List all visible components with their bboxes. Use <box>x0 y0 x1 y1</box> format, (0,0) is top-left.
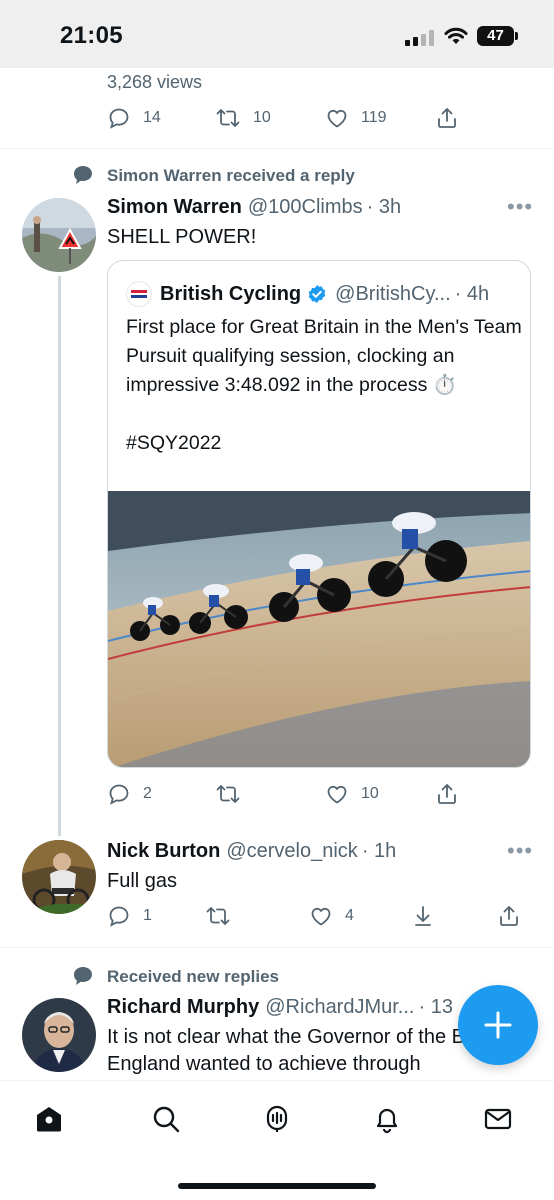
tweet-time: · 3h <box>366 196 402 218</box>
reply-icon <box>109 108 129 129</box>
like-button[interactable]: 10 <box>325 780 379 808</box>
bottom-tab-bar <box>0 1080 554 1200</box>
cellular-signal-icon <box>405 30 435 46</box>
quoted-tweet-header: British Cycling @BritishCy... · 4h <box>126 281 489 307</box>
reply-bubble-icon <box>74 967 92 985</box>
tab-notifications[interactable] <box>367 1099 407 1139</box>
retweet-button[interactable] <box>215 780 253 808</box>
bookmark-button[interactable] <box>411 902 435 930</box>
author-name[interactable]: Simon Warren <box>107 196 242 218</box>
share-icon <box>438 784 456 804</box>
author-handle[interactable]: @RichardJMur... <box>265 996 414 1018</box>
reply-count: 1 <box>143 907 152 924</box>
author-name[interactable]: Nick Burton <box>107 840 220 862</box>
tweet-header: Simon Warren @100Climbs · 3h <box>107 196 401 219</box>
reply-icon <box>109 784 129 805</box>
divider <box>0 148 554 149</box>
share-icon <box>438 108 456 128</box>
divider <box>0 947 554 948</box>
social-context: Simon Warren received a reply <box>107 166 355 185</box>
avatar-richard-murphy[interactable] <box>22 998 96 1072</box>
quoted-author-name[interactable]: British Cycling <box>160 283 301 306</box>
tweet-time: · 1h <box>361 840 397 862</box>
notifications-icon <box>376 1108 398 1134</box>
share-icon <box>500 906 518 926</box>
british-cycling-logo <box>126 281 152 307</box>
reply-count: 2 <box>143 785 152 802</box>
author-name[interactable]: Richard Murphy <box>107 996 259 1018</box>
home-indicator <box>178 1183 376 1189</box>
compose-tweet-button[interactable] <box>458 985 538 1065</box>
verified-badge-icon <box>308 285 326 303</box>
timeline[interactable]: 3,268 views 14 10 119 Simon Warren recei… <box>0 68 554 1080</box>
battery-cap <box>515 32 518 40</box>
tweet-header: Richard Murphy @RichardJMur... · 13 <box>107 996 453 1019</box>
like-count: 10 <box>361 785 379 802</box>
tab-home[interactable] <box>29 1099 69 1139</box>
tweet-views: 3,268 views <box>107 72 203 92</box>
reply-bubble-icon <box>74 166 92 184</box>
download-icon <box>415 906 431 926</box>
heart-icon <box>327 785 347 804</box>
more-options-button[interactable]: ••• <box>507 194 533 220</box>
tweet-header: Nick Burton @cervelo_nick · 1h <box>107 840 396 863</box>
quoted-tweet-text: First place for Great Britain in the Men… <box>126 316 522 454</box>
quoted-author-handle[interactable]: @BritishCy... <box>335 283 451 306</box>
share-button[interactable] <box>435 780 459 808</box>
author-handle[interactable]: @100Climbs <box>248 196 363 218</box>
retweet-icon <box>216 109 240 127</box>
retweet-button[interactable]: 10 <box>215 104 271 132</box>
home-icon <box>37 1107 61 1132</box>
tab-spaces[interactable] <box>257 1099 297 1139</box>
reply-icon <box>109 906 129 927</box>
tab-search[interactable] <box>146 1099 186 1139</box>
like-count: 4 <box>345 907 354 924</box>
avatar-nick-burton[interactable] <box>22 840 96 914</box>
tweet-text: SHELL POWER! <box>107 226 257 248</box>
tweet-text: Full gas <box>107 870 178 892</box>
retweet-button[interactable] <box>205 902 243 930</box>
quoted-tweet[interactable]: British Cycling @BritishCy... · 4h First… <box>107 260 531 768</box>
share-button[interactable] <box>435 104 459 132</box>
social-context: Received new replies <box>107 967 279 986</box>
status-bar: 21:05 47 <box>0 0 554 68</box>
author-handle[interactable]: @cervelo_nick <box>226 840 357 862</box>
team-pursuit-photo[interactable] <box>108 491 530 767</box>
plus-icon <box>484 1011 512 1039</box>
messages-icon <box>484 1108 512 1130</box>
heart-icon <box>327 109 347 128</box>
search-icon <box>153 1106 180 1133</box>
reply-tweet-actions: 2 10 <box>107 780 527 808</box>
retweet-icon <box>206 907 230 925</box>
status-time: 21:05 <box>60 22 123 49</box>
tweet-time: · 13 <box>418 996 453 1018</box>
share-button[interactable] <box>497 902 521 930</box>
thread-line <box>58 276 61 836</box>
heart-icon <box>311 907 331 926</box>
top-tweet-actions: 14 10 119 <box>107 104 527 132</box>
retweet-count: 10 <box>253 109 271 126</box>
battery-icon: 47 <box>477 26 514 46</box>
second-tweet-actions: 1 4 <box>107 902 527 930</box>
avatar-simon-warren[interactable] <box>22 198 96 272</box>
wifi-icon <box>444 27 468 44</box>
like-button[interactable]: 4 <box>309 902 354 930</box>
tab-messages[interactable] <box>478 1099 518 1139</box>
retweet-icon <box>216 785 240 803</box>
reply-button[interactable]: 1 <box>107 902 152 930</box>
reply-button[interactable]: 2 <box>107 780 152 808</box>
like-count: 119 <box>361 109 387 126</box>
spaces-icon <box>266 1105 288 1132</box>
reply-button[interactable]: 14 <box>107 104 161 132</box>
more-options-button[interactable]: ••• <box>507 838 533 864</box>
reply-count: 14 <box>143 109 161 126</box>
like-button[interactable]: 119 <box>325 104 387 132</box>
quoted-tweet-time: · 4h <box>454 282 490 305</box>
